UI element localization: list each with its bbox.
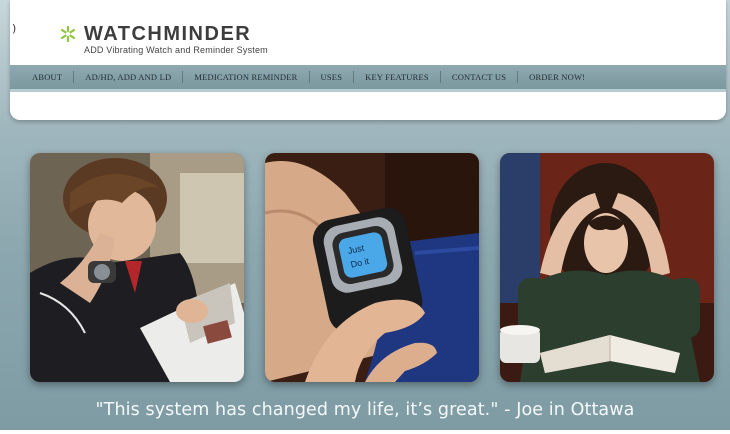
nav-item-order-now[interactable]: ORDER NOW! — [518, 72, 596, 82]
nav-underline — [10, 89, 726, 92]
photo-wrist-watch: Just Do it — [265, 153, 479, 382]
logo[interactable]: WATCHMINDER ADD Vibrating Watch and Remi… — [60, 24, 268, 55]
testimonial-quote: "This system has changed my life, it’s g… — [95, 400, 635, 420]
nav-item-key-features[interactable]: KEY FEATURES — [354, 72, 440, 82]
bottom-edge — [0, 430, 730, 434]
nav-item-uses[interactable]: USES — [310, 72, 354, 82]
page-background: ) WATCHMINDER ADD Vibrating Watch and Re… — [0, 0, 730, 434]
photo-boy-reading — [30, 153, 244, 382]
nav-item-adhd[interactable]: AD/HD, ADD AND LD — [74, 72, 182, 82]
boy-reading-illustration — [30, 153, 244, 382]
main-nav: ABOUT AD/HD, ADD AND LD MEDICATION REMIN… — [10, 65, 726, 89]
edge-mark: ) — [12, 22, 17, 35]
nav-item-about[interactable]: ABOUT — [24, 72, 73, 82]
photo-girl-studying — [500, 153, 714, 382]
brand-tagline: ADD Vibrating Watch and Reminder System — [84, 45, 268, 55]
nav-item-medication-reminder[interactable]: MEDICATION REMINDER — [183, 72, 308, 82]
brand-name: WATCHMINDER — [84, 23, 252, 45]
asterisk-logo-icon — [60, 26, 76, 42]
header: ) WATCHMINDER ADD Vibrating Watch and Re… — [10, 0, 726, 120]
nav-item-contact-us[interactable]: CONTACT US — [441, 72, 517, 82]
